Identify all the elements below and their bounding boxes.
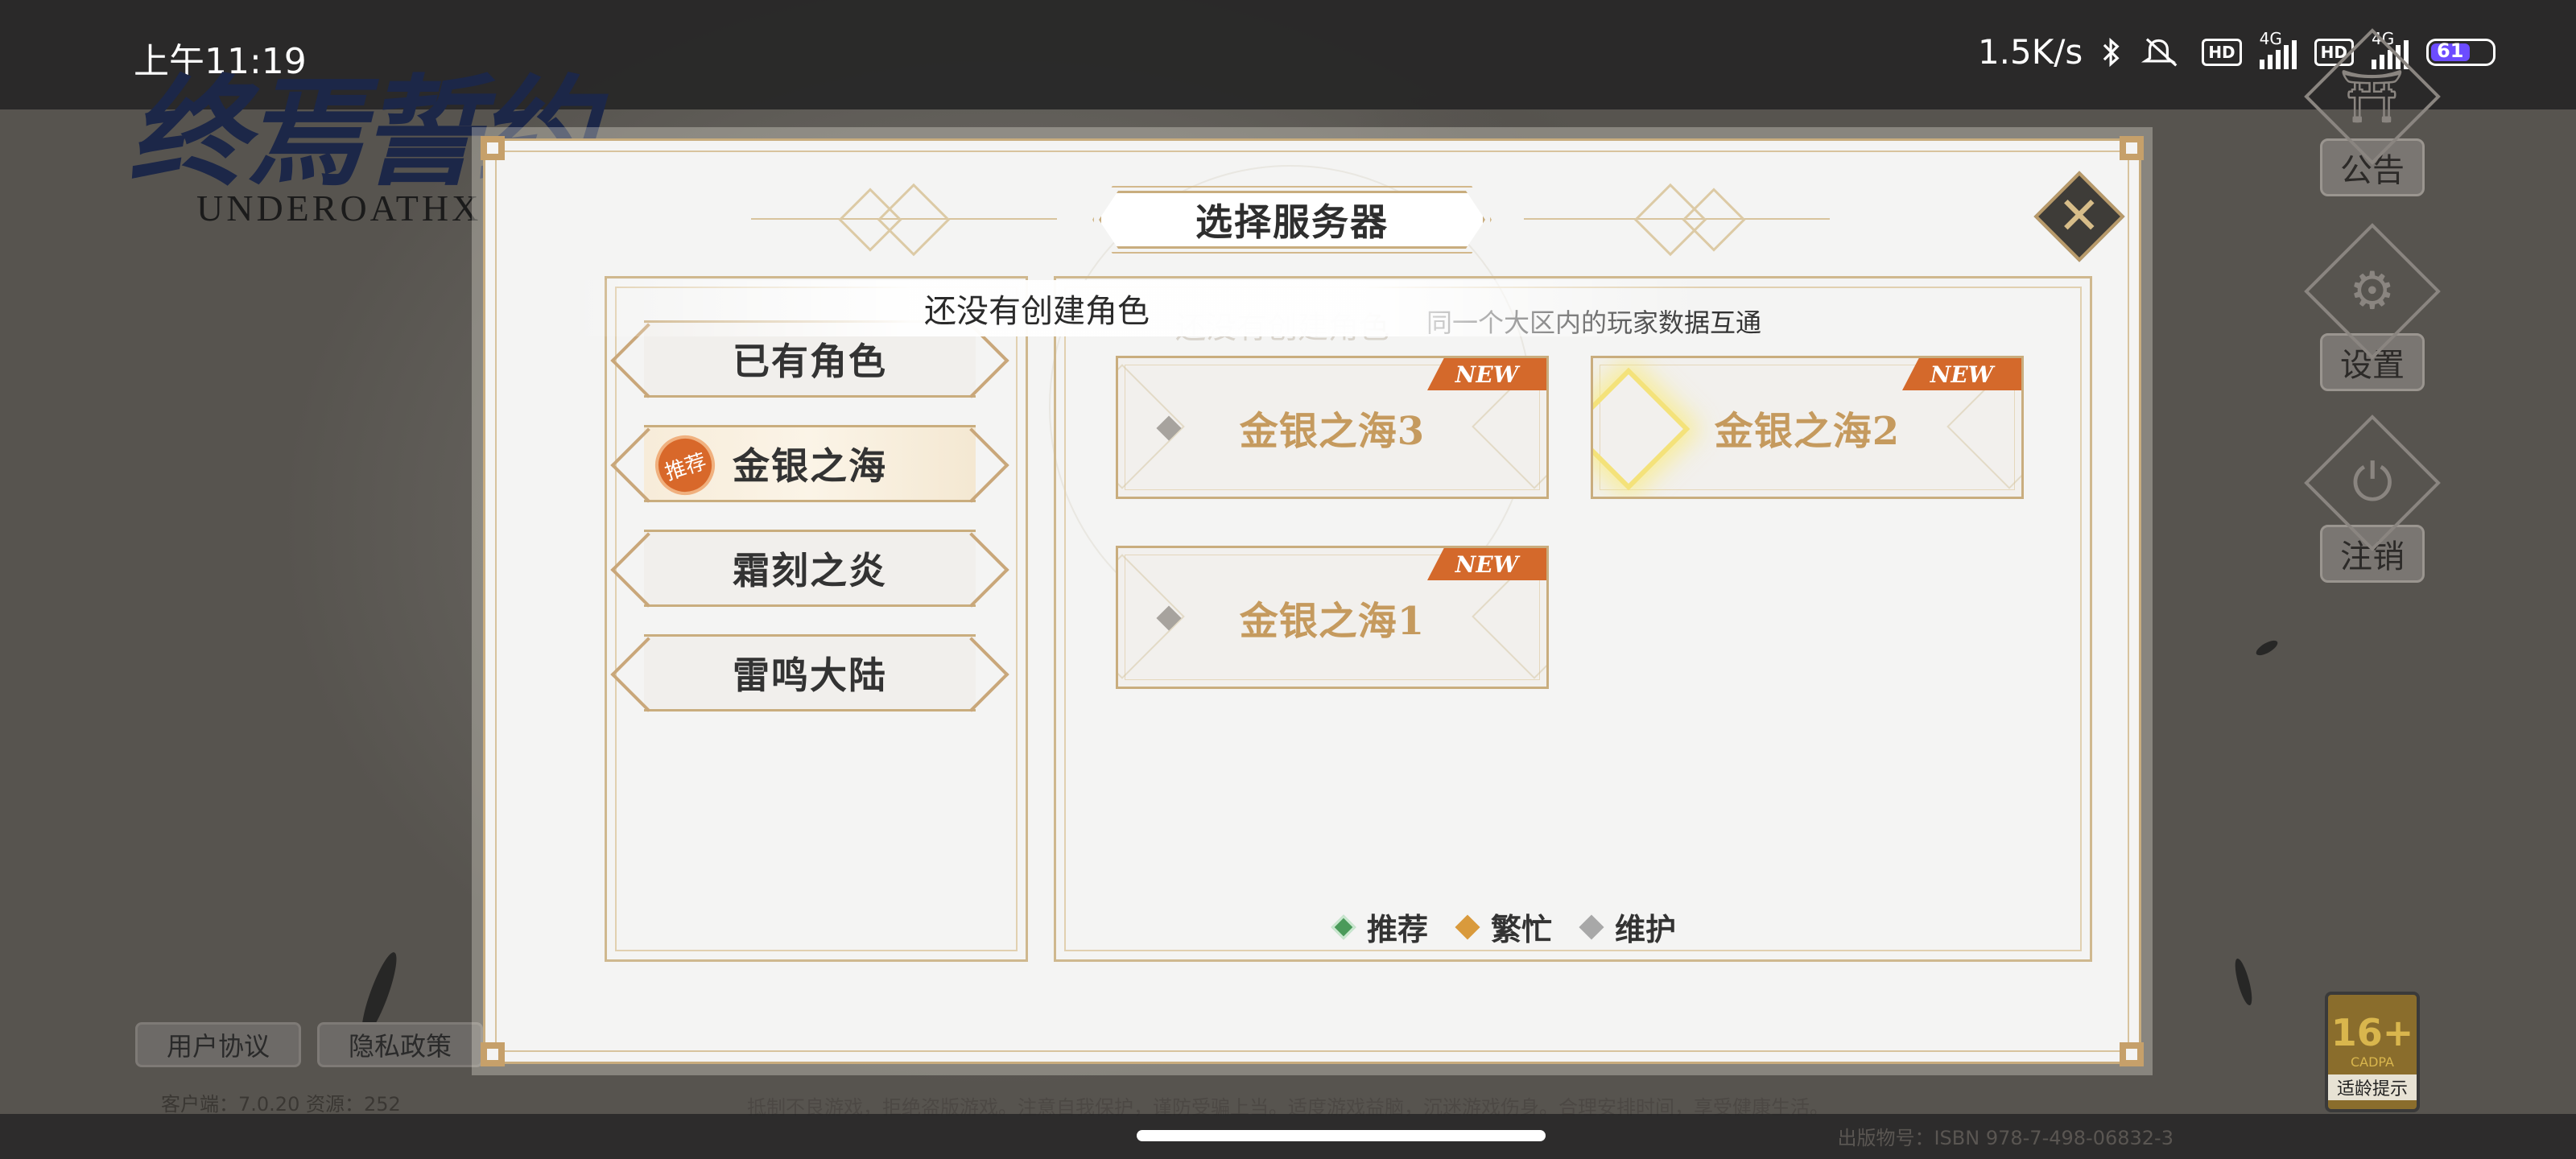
title-deco-diamond (1682, 188, 1746, 252)
user-agreement-link[interactable]: 用户协议 (135, 1022, 302, 1067)
toast-message: 还没有创建角色 (570, 280, 1705, 336)
gesture-nav-bar[interactable] (1137, 1130, 1546, 1141)
server-name: 金银之海1 (1239, 599, 1426, 644)
corner-ornament (481, 1042, 505, 1066)
toast-text: 还没有创建角色 (924, 293, 1150, 330)
corner-ornament (481, 136, 505, 160)
age-rating-badge[interactable]: 16+ CADPA 适龄提示 (2325, 992, 2420, 1112)
age-rating-value: 16+ (2330, 1011, 2414, 1054)
legend-busy: 繁忙 (1455, 905, 1552, 949)
region-label: 已有角色 (733, 340, 887, 383)
server-card[interactable]: 金银之海2 NEW (1591, 356, 2024, 499)
dialog-title: 选择服务器 (1195, 200, 1389, 244)
region-label: 霜刻之炎 (733, 549, 887, 592)
legend-recommend: 推荐 (1331, 905, 1428, 949)
age-rating-org: CADPA (2350, 1054, 2394, 1070)
title-deco-diamond (877, 183, 951, 257)
age-rating-tip: 适龄提示 (2328, 1074, 2417, 1100)
new-tag: NEW (1427, 358, 1546, 390)
diamond-icon (1579, 914, 1604, 940)
selected-glow-icon (1593, 367, 1690, 491)
signal-icon: 4G (2259, 29, 2297, 69)
server-card[interactable]: 金银之海1 NEW (1116, 546, 1549, 689)
region-label: 雷鸣大陆 (733, 654, 887, 697)
server-name: 金银之海2 (1714, 409, 1901, 454)
legend-maintenance: 维护 (1579, 905, 1676, 949)
logout-button[interactable]: ⏻ 注销 (2304, 415, 2441, 583)
privacy-policy-link[interactable]: 隐私政策 (317, 1022, 484, 1067)
new-tag: NEW (1902, 358, 2021, 390)
region-tab-shuangke[interactable]: 霜刻之炎 (644, 530, 976, 607)
server-card[interactable]: 金银之海3 NEW (1116, 356, 1549, 499)
diamond-icon (1455, 914, 1480, 940)
server-name: 金银之海3 (1239, 409, 1426, 454)
region-tab-leiming[interactable]: 雷鸣大陆 (644, 634, 976, 711)
region-tab-jinyin[interactable]: 推荐 金银之海 (644, 425, 976, 503)
mute-icon (2141, 37, 2178, 67)
notice-button[interactable]: ⛩ 公告 (2304, 28, 2441, 196)
bluetooth-icon (2103, 37, 2120, 67)
settings-button[interactable]: ⚙ 设置 (2304, 223, 2441, 391)
close-icon: ✕ (2058, 187, 2101, 246)
recommend-badge: 推荐 (647, 427, 723, 503)
corner-ornament (2120, 1042, 2144, 1066)
corner-ornament (2120, 136, 2144, 160)
status-legend: 推荐 繁忙 维护 (1331, 905, 1690, 949)
server-select-dialog: 选择服务器 ✕ 已有角色 推荐 金银之海 霜刻之炎 雷鸣大陆 还没有创建角色 同… (481, 136, 2144, 1066)
region-label: 金银之海 (733, 444, 887, 488)
hd-badge: HD (2202, 38, 2242, 66)
region-list: 已有角色 推荐 金银之海 霜刻之炎 雷鸣大陆 (605, 276, 1028, 962)
close-button[interactable]: ✕ (2033, 171, 2125, 262)
server-list-panel: 还没有创建角色 同一个大区内的玩家数据互通 金银之海3 NEW 金银之海2 NE… (1054, 276, 2092, 962)
net-speed: 1.5K/s (1977, 32, 2083, 72)
dialog-title-plate: 选择服务器 (1099, 191, 1485, 249)
new-tag: NEW (1427, 548, 1546, 580)
diamond-icon (1331, 914, 1356, 940)
